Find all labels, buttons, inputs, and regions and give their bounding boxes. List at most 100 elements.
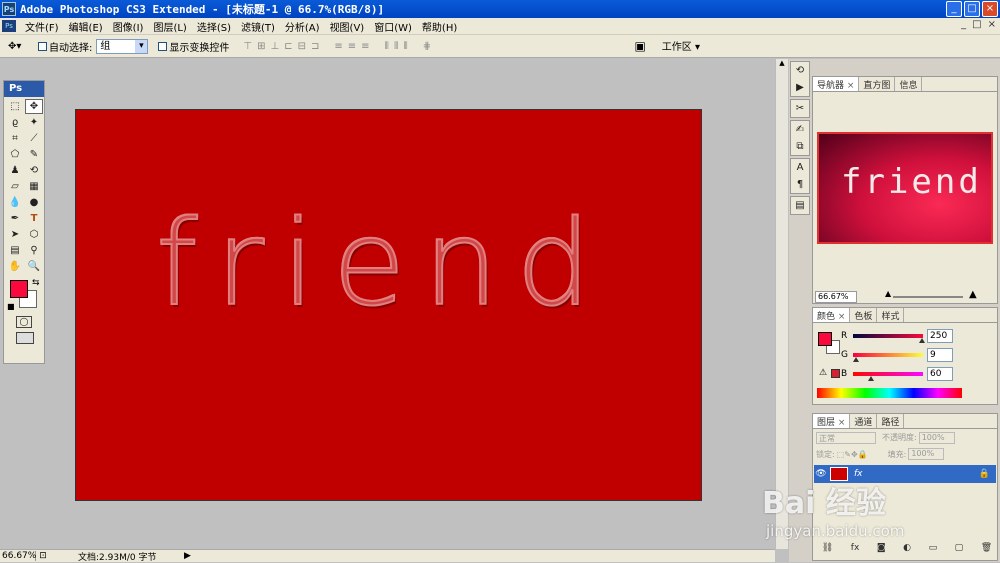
green-value-input[interactable]: 9 [927,347,953,362]
zoom-in-icon[interactable]: ▲ [969,289,977,300]
menu-help[interactable]: 帮助(H) [417,19,462,34]
blue-value-input[interactable]: 60 [927,366,953,381]
tab-layers[interactable]: 图层 [813,414,851,428]
history-brush-tool-icon[interactable]: ⟲ [25,163,43,178]
eraser-tool-icon[interactable]: ▱ [6,179,24,194]
foreground-color-swatch[interactable] [10,280,28,298]
doc-close-button[interactable]: × [988,19,996,30]
document-canvas[interactable]: friend [75,109,702,501]
pen-tool-icon[interactable]: ✒ [6,211,24,226]
blue-slider[interactable] [853,371,923,381]
menu-select[interactable]: 选择(S) [192,19,236,34]
close-button[interactable]: × [982,1,998,17]
blend-mode-dropdown[interactable]: 正常 [816,431,876,444]
move-tool-icon[interactable]: ✥ [25,99,43,114]
tab-histogram[interactable]: 直方图 [859,77,896,91]
status-zoom-icon[interactable]: ⊡ [36,551,50,561]
notes-tool-icon[interactable]: ▤ [6,243,24,258]
lock-icons[interactable]: ⬚✎✥🔒 [837,450,868,459]
lasso-tool-icon[interactable]: ϱ [6,115,24,130]
distribute-bottom-icon[interactable]: ≡ [361,41,369,52]
paragraph-panel-icon[interactable]: ¶ [791,176,809,193]
show-transform-checkbox[interactable] [158,41,168,51]
auto-select-dropdown[interactable]: 组 [96,38,149,54]
crop-tool-icon[interactable]: ⌗ [6,131,24,146]
menu-analysis[interactable]: 分析(A) [280,19,325,34]
status-menu-arrow-icon[interactable]: ▶ [184,551,191,561]
link-layers-icon[interactable]: ⛓ [822,543,833,553]
path-selection-tool-icon[interactable]: ➤ [6,227,24,242]
character-panel-icon[interactable]: A [791,159,809,176]
quick-mask-icon[interactable]: ◯ [16,316,32,328]
auto-select-checkbox[interactable] [38,41,47,51]
eyedropper-tool-icon[interactable]: ⚲ [25,243,43,258]
add-layer-style-icon[interactable]: fx [851,543,860,553]
clone-source-panel-icon[interactable]: ⧉ [791,138,809,155]
red-slider[interactable] [853,333,925,343]
tab-styles[interactable]: 样式 [877,308,905,322]
tab-swatches[interactable]: 色板 [850,308,878,322]
menu-filter[interactable]: 滤镜(T) [236,19,280,34]
type-tool-icon[interactable]: T [25,211,43,226]
brushes-panel-icon[interactable]: ✍ [791,121,809,138]
align-top-icon[interactable]: ⊤ [243,41,252,52]
distribute-top-icon[interactable]: ≡ [334,41,342,52]
menu-view[interactable]: 视图(V) [325,19,370,34]
slice-tool-icon[interactable]: ⟋ [25,131,43,146]
red-value-input[interactable]: 250 [927,328,953,343]
tab-color[interactable]: 颜色 [813,308,851,322]
new-layer-icon[interactable]: ▢ [955,543,964,553]
bridge-icon[interactable]: ▣ [634,39,645,53]
clone-stamp-tool-icon[interactable]: ♟ [6,163,24,178]
menu-edit[interactable]: 编辑(E) [64,19,108,34]
green-slider[interactable] [853,352,923,362]
navigator-preview[interactable]: friend [817,132,993,244]
dodge-tool-icon[interactable]: ● [25,195,43,210]
align-left-icon[interactable]: ⊏ [284,41,292,52]
menu-layer[interactable]: 图层(L) [148,19,191,34]
blur-tool-icon[interactable]: 💧 [6,195,24,210]
default-colors-icon[interactable]: ■ [7,302,15,311]
swap-colors-icon[interactable]: ⇆ [32,278,40,288]
brush-tool-icon[interactable]: ✎ [25,147,43,162]
layer-visibility-eye-icon[interactable]: 👁 [814,469,828,479]
menu-image[interactable]: 图像(I) [108,19,149,34]
menu-window[interactable]: 窗口(W) [369,19,417,34]
vertical-scrollbar[interactable]: ▲ [775,59,788,549]
gradient-tool-icon[interactable]: ▦ [25,179,43,194]
align-right-icon[interactable]: ⊐ [311,41,319,52]
distribute-left-icon[interactable]: ⦀ [385,41,390,52]
color-panel-fg-swatch[interactable] [818,332,832,346]
marquee-tool-icon[interactable]: ⬚ [6,99,24,114]
tab-navigator[interactable]: 导航器 [813,77,860,91]
shape-tool-icon[interactable]: ⬡ [25,227,43,242]
status-zoom[interactable]: 66.67% [0,551,36,561]
layer-comps-panel-icon[interactable]: ▤ [791,197,809,214]
doc-minimize-button[interactable]: _ [961,19,966,30]
doc-restore-button[interactable]: □ [972,19,981,30]
fill-field[interactable]: 100% [908,448,945,460]
new-group-icon[interactable]: ▭ [929,543,938,553]
zoom-out-icon[interactable]: ▲ [885,289,891,298]
distribute-right-icon[interactable]: ⦀ [403,41,408,52]
screen-mode-icon[interactable] [16,332,34,344]
hand-tool-icon[interactable]: ✋ [6,259,24,274]
tab-info[interactable]: 信息 [895,77,923,91]
navigator-zoom-slider[interactable] [893,296,963,298]
zoom-tool-icon[interactable]: 🔍 [25,259,43,274]
auto-align-icon[interactable]: ⋕ [423,41,431,52]
healing-brush-tool-icon[interactable]: ⬠ [6,147,24,162]
actions-panel-icon[interactable]: ▶ [791,79,809,96]
align-vcenter-icon[interactable]: ⊞ [257,41,265,52]
align-hcenter-icon[interactable]: ⊟ [298,41,306,52]
history-panel-icon[interactable]: ⟲ [791,62,809,79]
layer-effects-icon[interactable]: fx [854,469,863,479]
opacity-field[interactable]: 100% [918,431,955,444]
tab-channels[interactable]: 通道 [850,414,878,428]
color-spectrum[interactable] [817,388,962,398]
add-mask-icon[interactable]: ◙ [877,543,886,553]
adjustment-layer-icon[interactable]: ◐ [903,543,911,553]
distribute-hcenter-icon[interactable]: ⦀ [394,41,399,52]
menu-file[interactable]: 文件(F) [20,19,64,34]
distribute-vcenter-icon[interactable]: ≡ [348,41,356,52]
